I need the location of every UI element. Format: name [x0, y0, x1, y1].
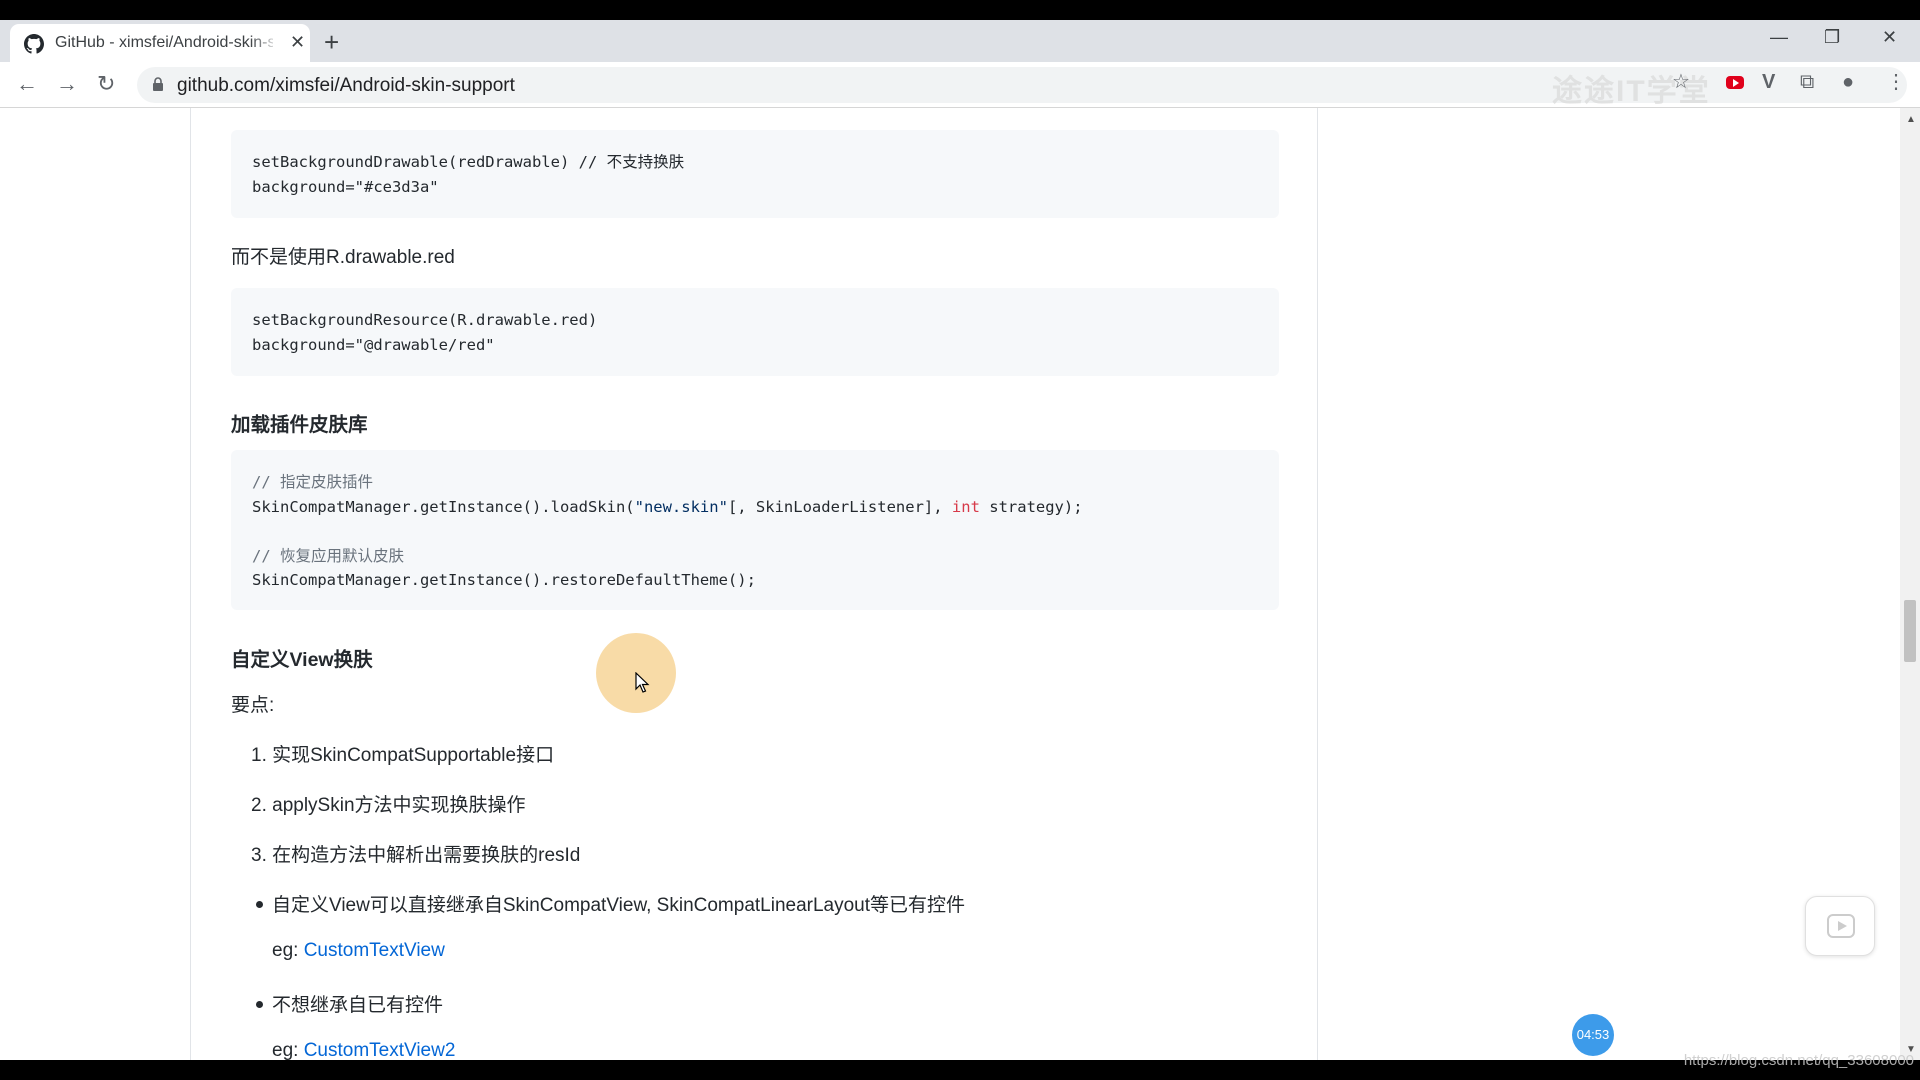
- bullet-item: 自定义View可以直接继承自SkinCompatView, SkinCompat…: [272, 895, 966, 916]
- code-block-resource: setBackgroundResource(R.drawable.red) ba…: [231, 288, 1279, 376]
- example-line: eg: CustomTextView2: [272, 1040, 455, 1060]
- tab-close-icon[interactable]: ✕: [290, 32, 305, 52]
- vertical-scrollbar[interactable]: [1900, 108, 1920, 1060]
- bookmark-star-icon[interactable]: ☆: [1672, 70, 1690, 94]
- custom-text-view-link[interactable]: CustomTextView: [304, 940, 445, 961]
- code-line: background="@drawable/red": [252, 335, 495, 354]
- code-string: "new.skin": [634, 497, 728, 516]
- code-fragment: [, SkinLoaderListener],: [727, 497, 952, 516]
- forward-button[interactable]: →: [56, 71, 78, 97]
- ordered-list-item: 1. 实现SkinCompatSupportable接口: [251, 745, 555, 766]
- code-line: SkinCompatManager.getInstance().restoreD…: [252, 571, 756, 589]
- code-line: background="#ce3d3a": [252, 177, 439, 196]
- tab-github[interactable]: GitHub - ximsfei/Android-skin-support ✕: [10, 24, 310, 62]
- code-fragment: SkinCompatManager.getInstance().loadSkin…: [252, 497, 635, 516]
- bullet-item: 不想继承自已有控件: [272, 995, 444, 1016]
- code-block-drawable: setBackgroundDrawable(redDrawable) // 不支…: [231, 130, 1279, 218]
- heading-load-plugin: 加载插件皮肤库: [231, 414, 368, 436]
- url-text[interactable]: github.com/ximsfei/Android-skin-support: [177, 75, 515, 97]
- vivaldi-extension-icon[interactable]: V: [1762, 70, 1775, 94]
- csdn-watermark: https://blog.csdn.net/qq_33608000: [1683, 1052, 1914, 1069]
- code-fragment: strategy);: [979, 497, 1083, 516]
- restore-button[interactable]: ❐: [1824, 26, 1840, 48]
- profile-icon[interactable]: ●: [1842, 70, 1854, 94]
- example-prefix: eg:: [272, 1040, 304, 1060]
- key-points-label: 要点:: [231, 695, 275, 716]
- tab-title-fade: [250, 30, 280, 58]
- example-line: eg: CustomTextView: [272, 940, 445, 962]
- code-keyword: int: [951, 497, 980, 516]
- reload-button[interactable]: ↻: [97, 71, 115, 97]
- code-comment: // 指定皮肤插件: [252, 473, 373, 491]
- bullet: [256, 1001, 263, 1008]
- readme-article: setBackgroundDrawable(redDrawable) // 不支…: [190, 108, 1318, 1060]
- bottom-black-bar: [0, 1060, 1920, 1080]
- browser-toolbar: ← → ↻ github.com/ximsfei/Android-skin-su…: [0, 62, 1920, 108]
- page-viewport: setBackgroundDrawable(redDrawable) // 不支…: [0, 108, 1900, 1060]
- new-tab-button[interactable]: +: [324, 27, 339, 57]
- code-comment: // 恢复应用默认皮肤: [252, 546, 404, 565]
- scroll-up-arrow-icon[interactable]: ▲: [1906, 114, 1916, 125]
- mouse-cursor-icon: [635, 672, 650, 693]
- scrollbar-thumb[interactable]: [1904, 600, 1916, 662]
- video-play-button[interactable]: [1805, 896, 1875, 956]
- tab-title: GitHub - ximsfei/Android-skin-support: [55, 34, 273, 51]
- code-line: setBackgroundDrawable(redDrawable) // 不支…: [252, 153, 685, 171]
- youtube-extension-icon[interactable]: [1726, 76, 1744, 89]
- custom-text-view2-link[interactable]: CustomTextView2: [304, 1040, 456, 1060]
- code-line: setBackgroundResource(R.drawable.red): [252, 311, 598, 329]
- play-icon: [1827, 914, 1855, 938]
- bullet: [256, 901, 263, 908]
- close-window-button[interactable]: ✕: [1882, 26, 1897, 48]
- top-black-bar: [0, 0, 1920, 20]
- recording-timer: 04:53: [1572, 1014, 1614, 1056]
- github-icon: [24, 34, 44, 54]
- paragraph: 而不是使用R.drawable.red: [231, 247, 455, 268]
- ordered-list-item: 2. applySkin方法中实现换肤操作: [251, 795, 526, 816]
- code-block-load-skin: // 指定皮肤插件 SkinCompatManager.getInstance(…: [231, 450, 1279, 610]
- example-prefix: eg:: [272, 940, 304, 961]
- back-button[interactable]: ←: [16, 71, 38, 97]
- ordered-list-item: 3. 在构造方法中解析出需要换肤的resId: [251, 845, 581, 866]
- minimize-button[interactable]: —: [1770, 26, 1788, 48]
- lock-icon: [153, 77, 163, 91]
- chrome-menu-icon[interactable]: ⋮: [1886, 70, 1906, 94]
- extensions-puzzle-icon[interactable]: ⧉: [1800, 70, 1814, 94]
- heading-custom-view: 自定义View换肤: [231, 649, 373, 671]
